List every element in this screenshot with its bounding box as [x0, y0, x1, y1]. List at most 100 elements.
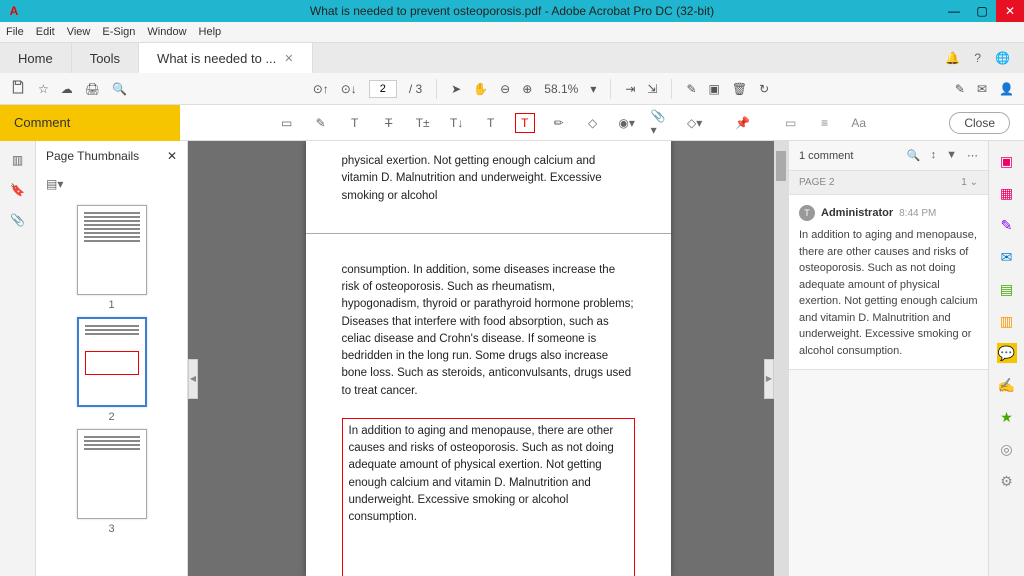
strikethrough-icon[interactable]: T — [379, 113, 399, 133]
zoom-dropdown-icon[interactable]: ▾ — [590, 82, 596, 96]
thumbnail-page-3[interactable]: 3 — [77, 429, 147, 535]
collapse-right-icon[interactable]: ▶ — [764, 359, 774, 399]
thumbnails-nav-icon[interactable]: ▥ — [12, 153, 23, 167]
comments-panel: 1 comment 🔍 ↕ ▼ ⋯ PAGE 2 1 ⌄ T Administr… — [788, 141, 988, 576]
more-comments-icon[interactable]: ⋯ — [967, 149, 978, 162]
pin-icon[interactable]: 📌 — [733, 113, 753, 133]
export-icon[interactable]: ▤ — [997, 279, 1017, 299]
pencil-icon[interactable]: ✏ — [549, 113, 569, 133]
window-title: What is needed to prevent osteoporosis.p… — [310, 4, 714, 18]
protect-icon[interactable]: ★ — [997, 407, 1017, 427]
insert-text-icon[interactable]: T↓ — [447, 113, 467, 133]
search-icon[interactable]: 🔍 — [112, 82, 127, 96]
star-icon[interactable]: ☆ — [38, 82, 49, 96]
fit-page-icon[interactable]: ⇲ — [647, 82, 657, 96]
close-window-button[interactable]: ✕ — [996, 0, 1024, 22]
help-icon[interactable]: ? — [974, 51, 981, 65]
thumbnails-options-icon[interactable]: ▤▾ — [46, 177, 63, 191]
sort-comments-icon[interactable]: ↕ — [931, 149, 937, 162]
bookmarks-nav-icon[interactable]: 🔖 — [10, 183, 25, 197]
app-logo-icon: A — [4, 1, 24, 21]
attachments-nav-icon[interactable]: 📎 — [10, 213, 25, 227]
page-down-icon[interactable]: ⊙↓ — [341, 82, 357, 96]
notification-icon[interactable]: 🔔 — [945, 51, 960, 65]
print-icon[interactable]: 🖨 — [85, 82, 100, 96]
fit-width-icon[interactable]: ⇥ — [625, 82, 635, 96]
attach-icon[interactable]: 📎▾ — [651, 113, 671, 133]
font-icon[interactable]: Aa — [849, 113, 869, 133]
left-nav-strip: ▥ 🔖 📎 — [0, 141, 36, 576]
cloud-icon[interactable]: ☁ — [61, 82, 73, 96]
close-thumbnails-icon[interactable]: ✕ — [167, 149, 177, 163]
textbox-icon[interactable]: T — [515, 113, 535, 133]
minimize-button[interactable]: — — [940, 0, 968, 22]
sign-icon[interactable]: ✎ — [686, 82, 696, 96]
tab-tools[interactable]: Tools — [72, 43, 139, 73]
comments-page-section[interactable]: PAGE 2 1 ⌄ — [789, 171, 988, 195]
menu-help[interactable]: Help — [199, 26, 222, 38]
eraser-icon[interactable]: ◇ — [583, 113, 603, 133]
edit-icon[interactable]: ✎ — [955, 82, 965, 96]
collapse-left-icon[interactable]: ◀ — [188, 359, 198, 399]
filter-comments-icon[interactable]: ▼ — [946, 149, 957, 162]
fill-sign-icon[interactable]: ✍ — [997, 375, 1017, 395]
create-pdf-icon[interactable]: ▣ — [997, 151, 1017, 171]
comment-item[interactable]: T Administrator 8:44 PM In addition to a… — [789, 195, 988, 370]
tab-home[interactable]: Home — [0, 43, 72, 73]
rotate-icon[interactable]: ↻ — [759, 82, 769, 96]
save-icon[interactable] — [10, 79, 26, 98]
underline-icon[interactable]: T — [345, 113, 365, 133]
comments-count: 1 comment — [799, 150, 853, 162]
document-view: ◀ physical exertion. Not getting enough … — [188, 141, 788, 576]
close-tab-icon[interactable]: ✕ — [284, 52, 293, 65]
search-comments-icon[interactable]: 🔍 — [907, 149, 921, 162]
comment-toolbar: Comment ▭ ✎ T T T± T↓ T T ✏ ◇ ◉▾ 📎▾ ◇▾ 📌… — [0, 105, 1024, 141]
close-comment-button[interactable]: Close — [949, 112, 1010, 134]
replace-text-icon[interactable]: T± — [413, 113, 433, 133]
pointer-icon[interactable]: ➤ — [451, 82, 461, 96]
delete-icon[interactable]: 🗑 — [732, 82, 747, 96]
stroke-icon[interactable]: ▭ — [781, 113, 801, 133]
maximize-button[interactable]: ▢ — [968, 0, 996, 22]
tab-document[interactable]: What is needed to ...✕ — [139, 43, 312, 73]
document-page[interactable]: physical exertion. Not getting enough ca… — [306, 141, 671, 576]
comment-tool-icon[interactable]: 💬 — [997, 343, 1017, 363]
highlight-icon[interactable]: ✎ — [311, 113, 331, 133]
email-icon[interactable]: ✉ — [977, 82, 987, 96]
vertical-scrollbar[interactable] — [774, 141, 788, 576]
shield-icon[interactable]: ◎ — [997, 439, 1017, 459]
comment-time: 8:44 PM — [899, 208, 936, 219]
more-tools-icon[interactable]: ⚙ — [997, 471, 1017, 491]
edit-pdf-icon[interactable]: ✎ — [997, 215, 1017, 235]
thumbnail-page-1[interactable]: 1 — [77, 205, 147, 311]
shapes-icon[interactable]: ◇▾ — [685, 113, 705, 133]
profile-icon[interactable]: 👤 — [999, 82, 1014, 96]
combine-icon[interactable]: ▦ — [997, 183, 1017, 203]
text-comment-icon[interactable]: T — [481, 113, 501, 133]
account-icon[interactable]: 🌐 — [995, 51, 1010, 65]
menu-file[interactable]: File — [6, 26, 24, 38]
doc-paragraph-1: consumption. In addition, some diseases … — [342, 262, 635, 400]
text-box-annotation[interactable]: In addition to aging and menopause, ther… — [342, 418, 635, 576]
menu-edit[interactable]: Edit — [36, 26, 55, 38]
hand-icon[interactable]: ✋ — [473, 82, 488, 96]
thumbnails-title: Page Thumbnails — [46, 149, 139, 163]
zoom-in-icon[interactable]: ⊕ — [522, 82, 532, 96]
menu-window[interactable]: Window — [147, 26, 186, 38]
menu-esign[interactable]: E-Sign — [102, 26, 135, 38]
zoom-level[interactable]: 58.1% — [544, 82, 578, 96]
doc-fragment-top: physical exertion. Not getting enough ca… — [342, 153, 635, 205]
stamp-icon[interactable]: ◉▾ — [617, 113, 637, 133]
page-up-icon[interactable]: ⊙↑ — [313, 82, 329, 96]
menu-view[interactable]: View — [67, 26, 91, 38]
sticky-note-icon[interactable]: ▭ — [277, 113, 297, 133]
zoom-out-icon[interactable]: ⊖ — [500, 82, 510, 96]
request-sign-icon[interactable]: ✉ — [997, 247, 1017, 267]
page-break — [306, 233, 671, 234]
organize-icon[interactable]: ▥ — [997, 311, 1017, 331]
thumbnail-page-2[interactable]: 2 — [77, 317, 147, 423]
redact-icon[interactable]: ▣ — [709, 82, 720, 96]
line-width-icon[interactable]: ≡ — [815, 113, 835, 133]
page-number-input[interactable] — [369, 80, 397, 98]
menu-bar: File Edit View E-Sign Window Help — [0, 22, 1024, 43]
